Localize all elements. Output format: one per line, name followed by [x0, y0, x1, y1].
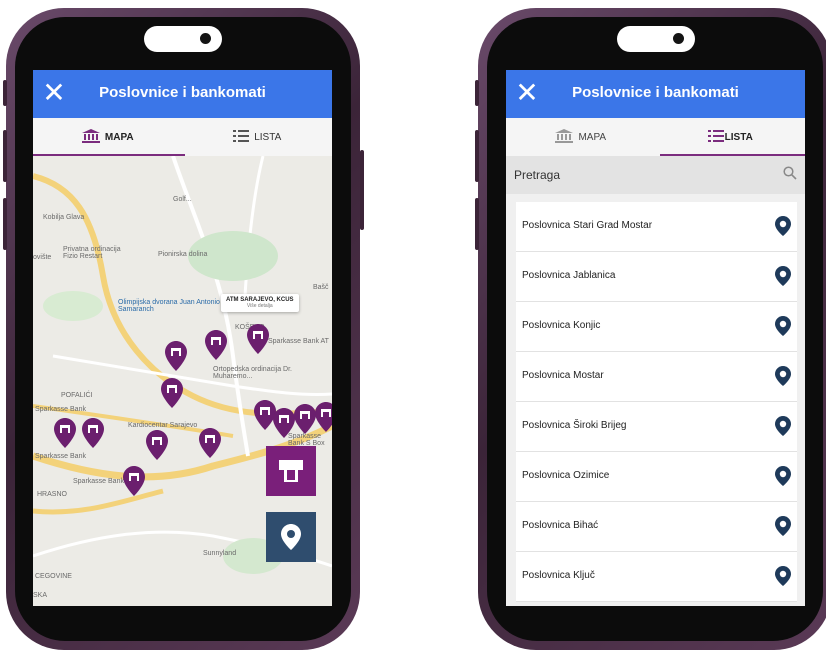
branch-name: Poslovnica Ozimice — [522, 470, 610, 481]
map-label: Sparkasse Bank AT — [268, 338, 329, 345]
atm-pin-icon[interactable] — [315, 402, 332, 432]
branch-name: Poslovnica Mostar — [522, 370, 604, 381]
phone-button — [475, 198, 479, 250]
page-title: Poslovnice i bankomati — [572, 84, 739, 101]
location-icon[interactable] — [775, 416, 791, 441]
atm-pin-icon[interactable] — [294, 404, 316, 434]
phone-button — [475, 80, 479, 106]
map-label: Privatna ordinacija Fizio Restart — [63, 246, 121, 260]
atm-pin-icon[interactable] — [54, 418, 76, 448]
atm-pin-icon[interactable] — [247, 324, 269, 354]
tab-list-label: LISTA — [254, 131, 282, 143]
tab-list[interactable]: LISTA — [656, 118, 806, 156]
camera-icon — [200, 33, 211, 44]
map-label: Olimpijska dvorana Juan Antonio Samaranc… — [118, 299, 220, 313]
map-label: POFALIĆI — [61, 392, 93, 399]
list-item[interactable]: Poslovnica Ozimice — [516, 452, 797, 502]
tab-list[interactable]: LISTA — [183, 118, 333, 156]
branch-name: Poslovnica Široki Brijeg — [522, 420, 627, 431]
atm-pin-icon[interactable] — [82, 418, 104, 448]
list-icon — [707, 129, 724, 145]
atm-filter-button[interactable] — [266, 446, 316, 496]
location-icon[interactable] — [775, 466, 791, 491]
atm-pin-icon[interactable] — [123, 466, 145, 496]
branch-name: Poslovnica Bihać — [522, 520, 599, 531]
camera-notch — [617, 26, 695, 52]
map-label: Sparkasse Bank — [73, 478, 124, 485]
list-item[interactable]: Poslovnica Široki Brijeg — [516, 402, 797, 452]
branch-name: Poslovnica Stari Grad Mostar — [522, 220, 653, 231]
map-label: SKA — [33, 592, 48, 599]
atm-icon — [279, 460, 303, 482]
map-label: Pionirska dolina — [158, 251, 208, 258]
location-icon[interactable] — [775, 216, 791, 241]
map-label: Sparkasse Bank — [35, 406, 86, 413]
map-label: ovište — [33, 254, 52, 261]
search-bar[interactable]: Pretraga — [506, 156, 805, 194]
map-label: Sunnyland — [203, 550, 237, 557]
list-item[interactable]: Poslovnica Ključ — [516, 552, 797, 602]
map-label: Kardiocentar Sarajevo — [128, 422, 198, 429]
list-item[interactable]: Poslovnica Mostar — [516, 352, 797, 402]
location-icon[interactable] — [775, 366, 791, 391]
bank-icon — [81, 128, 100, 146]
map-label: Kobilja Glava — [43, 214, 85, 221]
location-icon[interactable] — [775, 566, 791, 591]
map-label: Sparkasse Bank — [35, 453, 86, 460]
map-label: HRASNO — [37, 491, 67, 498]
search-icon[interactable] — [783, 166, 797, 185]
bank-icon — [555, 128, 574, 146]
location-icon[interactable] — [775, 516, 791, 541]
list-item[interactable]: Poslovnica Konjic — [516, 302, 797, 352]
map-screen: ✕ Poslovnice i bankomati MAPA LISTA Kobi… — [33, 70, 332, 606]
branch-name: Poslovnica Konjic — [522, 320, 601, 331]
tab-bar: MAPA LISTA — [33, 118, 332, 156]
location-icon — [281, 524, 301, 550]
branch-name: Poslovnica Jablanica — [522, 270, 616, 281]
atm-pin-icon[interactable] — [273, 408, 295, 438]
map-label: Golf... — [173, 196, 192, 203]
atm-pin-icon[interactable] — [205, 330, 227, 360]
atm-pin-icon[interactable] — [146, 430, 168, 460]
tab-list-label: LISTA — [724, 131, 753, 143]
map-view[interactable]: Kobilja Glava Privatna ordinacija Fizio … — [33, 156, 332, 606]
app-bar: ✕ Poslovnice i bankomati — [506, 70, 805, 118]
map-label: CEGOVINE — [35, 573, 72, 580]
map-label: Ortopedska ordinacija Dr. Muharemo... — [213, 366, 292, 380]
atm-popup[interactable]: ATM SARAJEVO, KCUS Više detalja — [221, 294, 299, 312]
phone-button — [3, 80, 7, 106]
atm-pin-icon[interactable] — [165, 341, 187, 371]
search-input[interactable]: Pretraga — [514, 168, 560, 182]
map-label: Bašč — [313, 284, 329, 291]
list-screen: ✕ Poslovnice i bankomati MAPA LISTA Pret… — [506, 70, 805, 606]
camera-icon — [673, 33, 684, 44]
atm-pin-icon[interactable] — [161, 378, 183, 408]
list-icon — [233, 129, 250, 145]
atm-popup-link[interactable]: Više detalja — [226, 303, 294, 309]
list-item[interactable]: Poslovnica Bihać — [516, 502, 797, 552]
tab-map-label: MAPA — [578, 131, 607, 143]
tab-bar: MAPA LISTA — [506, 118, 805, 156]
camera-notch — [144, 26, 222, 52]
phone-button — [3, 198, 7, 250]
list-item[interactable]: Poslovnica Jablanica — [516, 252, 797, 302]
branch-filter-button[interactable] — [266, 512, 316, 562]
tab-map-label: MAPA — [104, 131, 134, 143]
atm-pin-icon[interactable] — [199, 428, 221, 458]
list-item[interactable]: Poslovnica Stari Grad Mostar — [516, 202, 797, 252]
branch-list: Poslovnica Stari Grad Mostar Poslovnica … — [506, 194, 805, 606]
tab-map[interactable]: MAPA — [33, 118, 183, 156]
phone-button — [360, 150, 364, 230]
branch-name: Poslovnica Ključ — [522, 570, 595, 581]
app-bar: ✕ Poslovnice i bankomati — [33, 70, 332, 118]
page-title: Poslovnice i bankomati — [99, 84, 266, 101]
phone-button — [3, 130, 7, 182]
phone-button — [475, 130, 479, 182]
location-icon[interactable] — [775, 316, 791, 341]
tab-map[interactable]: MAPA — [506, 118, 656, 156]
location-icon[interactable] — [775, 266, 791, 291]
